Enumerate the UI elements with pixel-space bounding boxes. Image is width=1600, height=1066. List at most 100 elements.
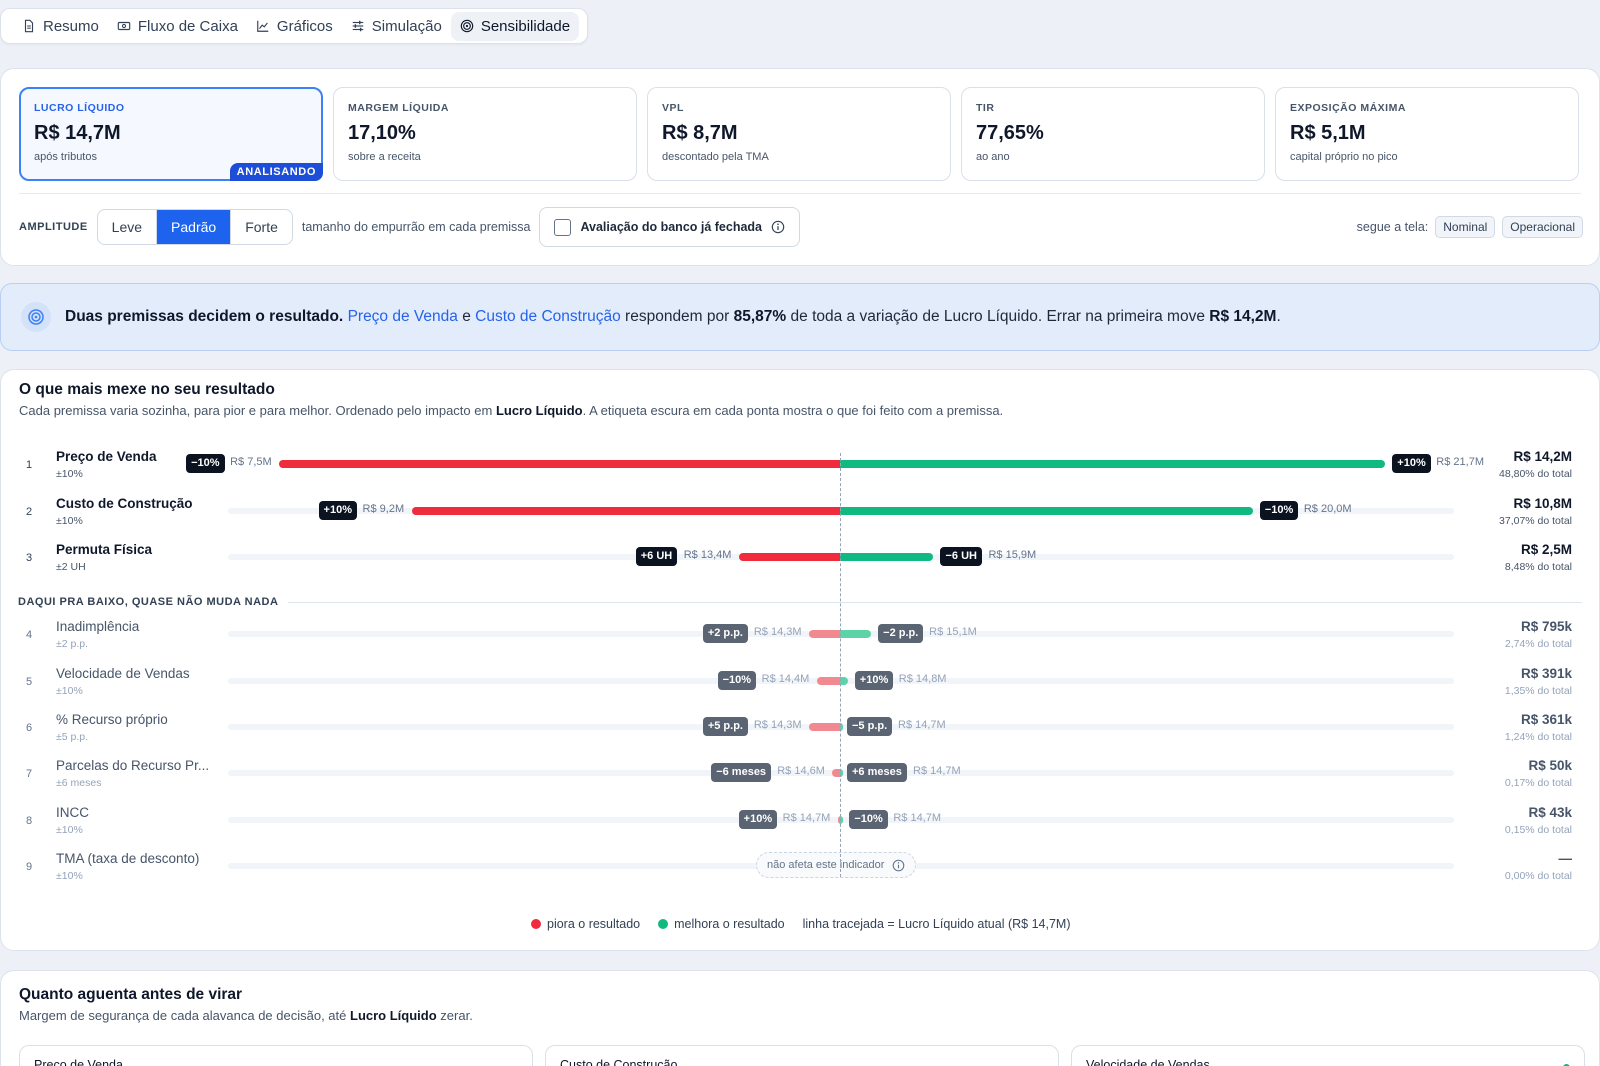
worse-value: R$ 14,4M — [761, 673, 810, 685]
view-tabs: Resumo Fluxo de Caixa Gráficos Simulação Sen… — [0, 8, 588, 44]
row-rank: 7 — [26, 768, 33, 780]
premise-name: Custo de Construção — [56, 496, 193, 511]
cash-icon — [117, 21, 131, 31]
impact-total: R$ 361k — [1520, 712, 1572, 727]
kpi-card[interactable]: MARGEM LÍQUIDA 17,10% sobre a receita — [333, 87, 637, 181]
worse-bar — [808, 630, 840, 638]
worse-value: R$ 14,6M — [777, 765, 825, 777]
kpi-value: R$ 5,1M — [1290, 122, 1366, 144]
kpi-sub: capital próprio no pico — [1290, 151, 1398, 163]
chart-icon — [257, 20, 269, 32]
bank-valuation-toggle[interactable]: Avaliação do banco já fechada — [539, 207, 801, 247]
row-rank: 4 — [26, 629, 33, 641]
amplitude-option[interactable]: Forte — [231, 210, 292, 244]
better-bar — [840, 677, 848, 685]
document-icon — [24, 19, 34, 33]
insight-pct: 85,87% — [733, 308, 787, 325]
impact-share: 1,24% do total — [1504, 731, 1572, 743]
kpi-value: 77,65% — [976, 122, 1044, 144]
tab-sensibilidade[interactable]: Sensibilidade — [450, 11, 580, 41]
bank-checkbox[interactable] — [554, 218, 572, 236]
premise-range: ±10% — [56, 870, 83, 882]
tab-fluxo-de-caixa[interactable]: Fluxo de Caixa — [108, 12, 247, 41]
row-rank: 6 — [26, 722, 33, 734]
impact-share: 2,74% do total — [1504, 638, 1572, 650]
worse-value: R$ 13,4M — [683, 549, 732, 561]
amplitude-option[interactable]: Padrão — [157, 210, 232, 244]
better-tag: −10% — [1259, 501, 1299, 520]
kpi-value: R$ 14,7M — [34, 122, 121, 144]
insight-end: . — [1276, 308, 1281, 325]
not-applicable-label: não afeta este indicador — [767, 859, 885, 871]
impact-total: — — [1558, 851, 1573, 866]
kpi-sub: ao ano — [976, 151, 1010, 163]
tornado-row: 1 Preço de Venda ±10% −10% R$ 7,5M +10% R$ 21,… — [0, 449, 1600, 489]
better-bar — [840, 630, 872, 638]
info-icon[interactable] — [771, 220, 785, 234]
premise-name: % Recurso próprio — [56, 712, 168, 727]
legend-better: melhora o resultado — [674, 917, 785, 931]
better-tag: −6 UH — [940, 547, 982, 566]
premise-range: ±2 UH — [56, 561, 86, 573]
impact-total: R$ 14,2M — [1513, 449, 1572, 464]
premise-name: Permuta Física — [56, 542, 153, 557]
better-value: R$ 15,9M — [988, 549, 1037, 561]
target-icon — [21, 302, 51, 332]
worse-tag: +5 p.p. — [702, 717, 748, 736]
insight-text: Duas premissas decidem o resultado. Preç… — [65, 308, 1281, 326]
impact-share: 1,35% do total — [1504, 685, 1572, 697]
worse-bar — [808, 723, 840, 731]
minor-label: DAQUI PRA BAIXO, QUASE NÃO MUDA NADA — [18, 596, 279, 608]
kpi-value: R$ 8,7M — [662, 122, 738, 144]
margin-card-title: Preço de Venda — [34, 1058, 123, 1066]
insight-link-preco[interactable]: Preço de Venda — [348, 308, 458, 325]
margin-card[interactable]: Velocidade de Vendas — [1071, 1045, 1585, 1066]
baseline-dashed-line — [840, 453, 841, 877]
tab-gráficos[interactable]: Gráficos — [247, 12, 342, 41]
margin-sub-post: zerar. — [440, 1008, 473, 1023]
tab-resumo[interactable]: Resumo — [13, 12, 108, 41]
impact-total: R$ 10,8M — [1513, 496, 1572, 511]
kpi-sub: descontado pela TMA — [662, 151, 769, 163]
divider — [19, 193, 1581, 194]
kpi-card[interactable]: EXPOSIÇÃO MÁXIMA R$ 5,1M capital próprio n… — [1275, 87, 1579, 181]
row-rank: 2 — [26, 506, 33, 518]
worse-value: R$ 9,2M — [362, 503, 405, 515]
worse-bar — [279, 460, 840, 468]
worse-bar — [816, 677, 840, 685]
better-bar — [840, 460, 1386, 468]
not-applicable-pill: não afeta este indicador — [756, 852, 917, 878]
bank-checkbox-label: Avaliação do banco já fechada — [580, 220, 763, 234]
better-value: R$ 15,1M — [929, 626, 977, 638]
worse-bar — [738, 553, 840, 561]
row-rank: 5 — [26, 676, 33, 688]
legend-better-dot — [658, 919, 669, 929]
kpi-label: MARGEM LÍQUIDA — [348, 102, 449, 114]
impact-total: R$ 795k — [1520, 619, 1572, 634]
kpi-card[interactable]: LUCRO LÍQUIDO R$ 14,7M após tributos ANALIS… — [19, 87, 323, 181]
kpi-card[interactable]: VPL R$ 8,7M descontado pela TMA — [647, 87, 951, 181]
kpi-card[interactable]: TIR 77,65% ao ano — [961, 87, 1265, 181]
tornado-row: 4 Inadimplência ±2 p.p. +2 p.p. R$ 14,3M −2 p… — [0, 619, 1600, 659]
chip-nominal[interactable]: Nominal — [1435, 216, 1496, 238]
row-rank: 1 — [26, 459, 33, 471]
info-icon[interactable] — [892, 859, 905, 872]
kpi-sub: sobre a receita — [348, 151, 421, 163]
amplitude-option[interactable]: Leve — [98, 210, 158, 244]
row-rank: 9 — [26, 861, 33, 873]
margin-card[interactable]: Preço de Venda — [19, 1045, 533, 1066]
better-tag: −5 p.p. — [847, 717, 893, 736]
worse-tag: −10% — [186, 454, 225, 473]
tab-simulação[interactable]: Simulação — [342, 12, 451, 41]
insight-link-custo[interactable]: Custo de Construção — [475, 308, 621, 325]
premise-range: ±10% — [56, 685, 83, 697]
worse-tag: +6 UH — [635, 547, 678, 566]
indicators-panel: LUCRO LÍQUIDO R$ 14,7M após tributos ANALIS… — [0, 68, 1600, 266]
kpi-value: 17,10% — [348, 122, 416, 144]
margin-card[interactable]: Custo de Construção — [545, 1045, 1059, 1066]
impact-share: 0,00% do total — [1504, 870, 1572, 882]
better-bar — [840, 553, 934, 561]
chip-operacional[interactable]: Operacional — [1502, 216, 1583, 238]
better-value: R$ 14,8M — [898, 673, 947, 685]
amplitude-row: AMPLITUDE Leve Padrão Forte tamanho do emp… — [19, 207, 1583, 247]
